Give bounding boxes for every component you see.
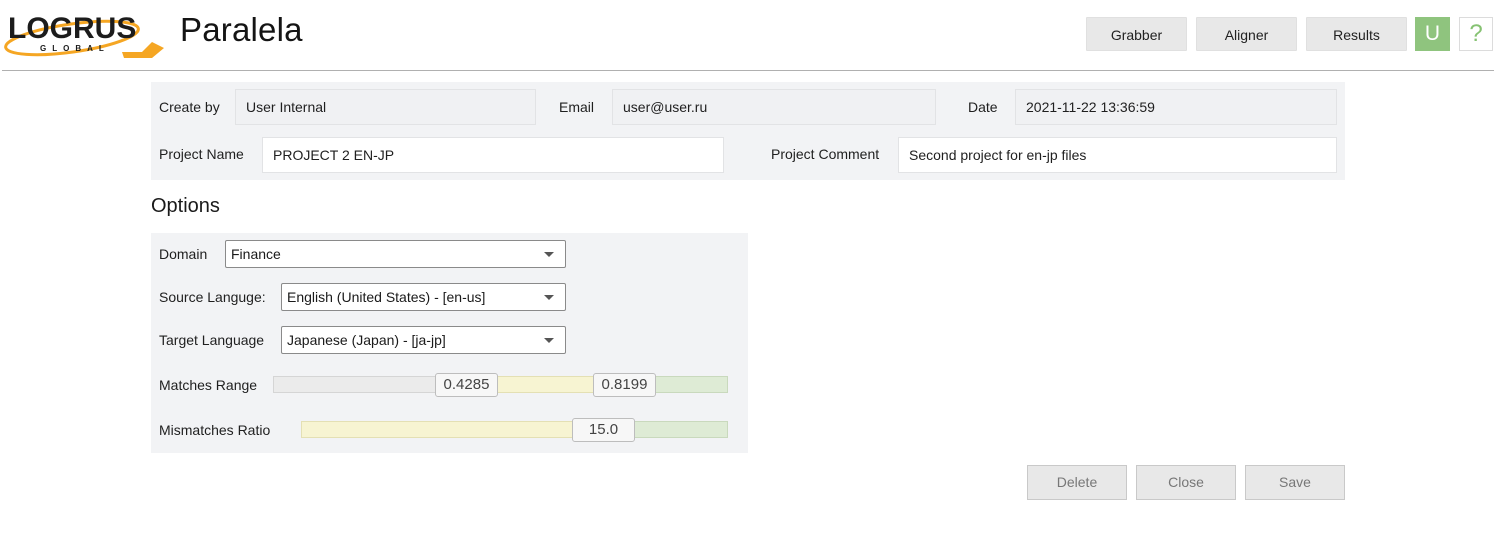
project-name-label: Project Name	[159, 146, 244, 162]
matches-range-label: Matches Range	[159, 377, 258, 393]
mismatches-ratio-track-fill[interactable]	[301, 421, 603, 438]
domain-select-value: Finance	[231, 246, 281, 262]
results-button[interactable]: Results	[1306, 17, 1407, 51]
app-title: Paralela	[180, 11, 303, 48]
email-field: user@user.ru	[612, 89, 936, 125]
target-language-label: Target Language	[159, 332, 265, 348]
domain-label: Domain	[159, 246, 208, 262]
help-icon[interactable]: ?	[1459, 17, 1493, 51]
target-language-value: Japanese (Japan) - [ja-jp]	[287, 332, 446, 348]
target-language-select[interactable]: Japanese (Japan) - [ja-jp]	[281, 326, 566, 354]
create-by-label: Create by	[159, 99, 220, 115]
chevron-down-icon	[544, 252, 554, 257]
header-divider	[2, 70, 1494, 71]
close-button[interactable]: Close	[1136, 465, 1236, 500]
project-comment-input[interactable]: Second project for en-jp files	[898, 137, 1337, 173]
email-label: Email	[559, 99, 595, 115]
source-language-label: Source Languge:	[159, 289, 266, 305]
grabber-button[interactable]: Grabber	[1086, 17, 1187, 51]
svg-text:GLOBAL: GLOBAL	[40, 44, 110, 53]
chevron-down-icon	[544, 338, 554, 343]
svg-text:LOGRUS: LOGRUS	[8, 12, 136, 45]
domain-select[interactable]: Finance	[225, 240, 566, 268]
project-name-input[interactable]: PROJECT 2 EN-JP	[262, 137, 724, 173]
source-language-value: English (United States) - [en-us]	[287, 289, 486, 305]
mismatches-ratio-handle[interactable]: 15.0	[572, 418, 635, 442]
matches-range-low-handle[interactable]: 0.4285	[435, 373, 498, 397]
save-button[interactable]: Save	[1245, 465, 1345, 500]
delete-button[interactable]: Delete	[1027, 465, 1127, 500]
user-avatar[interactable]: U	[1415, 17, 1450, 51]
aligner-button[interactable]: Aligner	[1196, 17, 1297, 51]
source-language-select[interactable]: English (United States) - [en-us]	[281, 283, 566, 311]
options-panel: Domain Finance Source Languge: English (…	[151, 233, 748, 453]
project-comment-label: Project Comment	[771, 146, 880, 162]
create-by-field: User Internal	[235, 89, 536, 125]
project-info-panel: Create by User Internal Email user@user.…	[151, 82, 1345, 180]
logrus-logo: LOGRUS GLOBAL	[2, 8, 170, 62]
date-field: 2021-11-22 13:36:59	[1015, 89, 1337, 125]
chevron-down-icon	[544, 295, 554, 300]
date-label: Date	[968, 99, 998, 115]
options-heading: Options	[151, 195, 220, 217]
mismatches-ratio-label: Mismatches Ratio	[159, 422, 271, 438]
matches-range-high-handle[interactable]: 0.8199	[593, 373, 656, 397]
